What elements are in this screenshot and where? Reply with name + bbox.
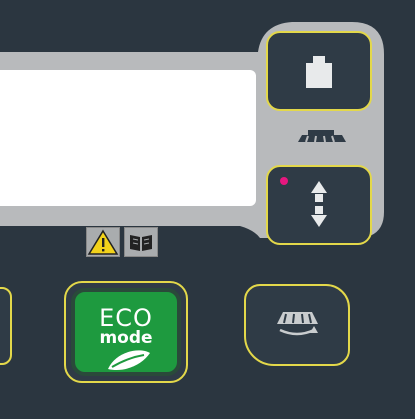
up-down-arrows-icon — [311, 181, 327, 227]
left-edge-button[interactable] — [0, 287, 12, 365]
rotating-brush-icon — [277, 312, 318, 336]
eco-label-line2: mode — [99, 328, 153, 348]
warning-symbol — [86, 227, 120, 257]
leaf-icon — [108, 350, 150, 371]
warning-icon — [87, 229, 119, 255]
manual-book-icon — [130, 235, 152, 251]
weight-icon — [306, 56, 332, 88]
brush-rotate-button[interactable] — [244, 284, 350, 366]
weight-button[interactable] — [266, 31, 372, 111]
eco-mode-button[interactable]: ECO mode — [64, 281, 188, 383]
brush-indicator-light — [280, 177, 288, 185]
manual-symbol — [124, 227, 158, 257]
display-screen — [0, 70, 256, 206]
control-panel: ECO mode — [0, 0, 415, 419]
brush-deck-icon — [298, 130, 346, 143]
brush-up-down-button[interactable] — [266, 165, 372, 245]
